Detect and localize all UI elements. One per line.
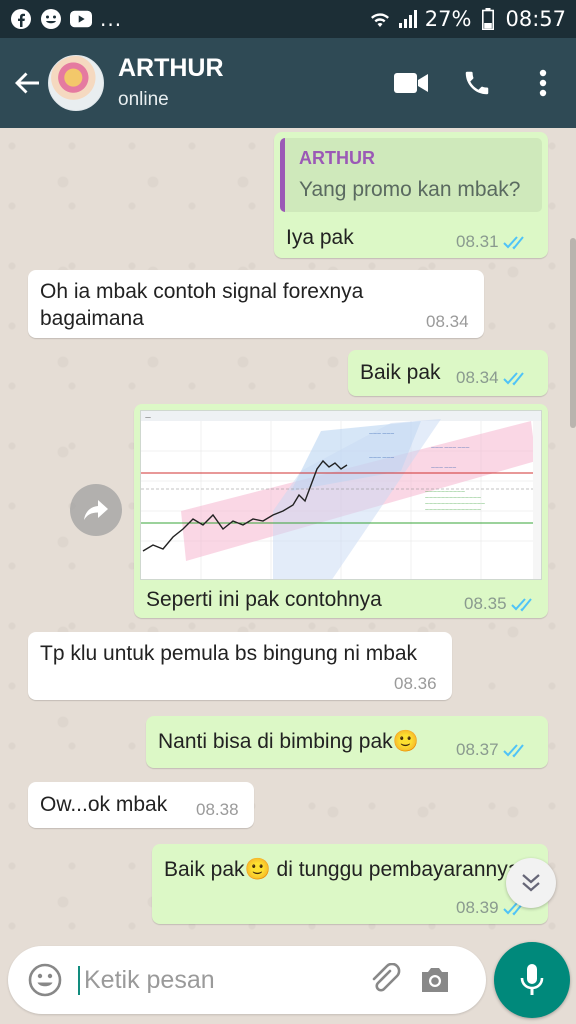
svg-text:——————————: —————————— [425, 489, 465, 494]
message-outgoing[interactable]: Nanti bisa di bimbing pak🙂 08.37 [146, 716, 548, 768]
contact-name: ARTHUR [118, 53, 224, 82]
message-time: 08.31 [456, 232, 499, 251]
status-bar: ... 27% 08:57 [0, 0, 576, 38]
double-check-read-icon [502, 372, 524, 386]
facebook-icon [10, 8, 32, 30]
wifi-icon [369, 8, 391, 30]
forex-chart-graphic: — ——— ——— ——— ——— ——— ——— ——— ——— ——— ————… [141, 411, 541, 579]
message-text: Baik pak [164, 858, 245, 881]
message-time: 08.37 [456, 740, 499, 759]
battery-percent: 27% [424, 7, 472, 31]
svg-text:—: — [145, 414, 151, 421]
chevron-double-down-icon [522, 874, 540, 892]
svg-text:——— ——— ———: ——— ——— ——— [431, 445, 470, 450]
smiley-emoji-icon: 🙂 [244, 858, 271, 881]
forex-chart-image[interactable]: — ——— ——— ——— ——— ——— ——— ——— ——— ——— ——… [140, 410, 542, 580]
quoted-message[interactable]: ARTHUR Yang promo kan mbak? [280, 138, 542, 212]
message-outgoing-image[interactable]: — ——— ——— ——— ——— ——— ——— ——— ——— ——— ——… [134, 404, 548, 618]
contact-info[interactable]: ARTHUR online [118, 53, 224, 111]
clock: 08:57 [505, 7, 566, 31]
message-text: Iya pak [286, 226, 354, 249]
message-time: 08.38 [196, 800, 239, 819]
camera-button[interactable] [410, 955, 460, 1005]
quoted-sender: ARTHUR [299, 148, 375, 168]
message-text: Tp klu untuk pemula bs bingung ni mbak [40, 642, 418, 665]
video-camera-icon [394, 73, 428, 93]
emoji-button[interactable] [18, 953, 72, 1007]
svg-text:——— ———: ——— ——— [369, 431, 394, 436]
message-text-row: Nanti bisa di bimbing pak🙂 [158, 728, 419, 755]
message-time: 08.35 [464, 594, 507, 613]
chat-header: ARTHUR online [0, 38, 576, 128]
svg-text:——— ———: ——— ——— [431, 465, 456, 470]
emoji-smiley-icon [28, 963, 62, 997]
more-vert-icon [539, 69, 547, 97]
message-outgoing[interactable]: Baik pak🙂 di tunggu pembayarannya 08.39 [152, 844, 548, 924]
message-text: Ow...ok mbak [40, 793, 168, 816]
message-text: Oh ia mbak contoh signal forexnya [40, 280, 364, 303]
message-input[interactable] [78, 965, 348, 995]
message-composer [8, 946, 486, 1014]
double-check-read-icon [502, 744, 524, 758]
chat-messages[interactable]: ARTHUR Yang promo kan mbak? Iya pak 08.3… [0, 128, 576, 940]
message-incoming[interactable]: Oh ia mbak contoh signal forexnya bagaim… [28, 270, 484, 338]
scroll-to-bottom-button[interactable] [506, 858, 556, 908]
contact-status: online [118, 89, 169, 111]
message-text-continued: di tunggu pembayarannya [270, 858, 520, 881]
signal-icon [397, 8, 419, 30]
message-time: 08.34 [426, 312, 469, 331]
voice-record-button[interactable] [494, 942, 570, 1018]
image-caption: Seperti ini pak contohnya [146, 588, 382, 611]
message-outgoing[interactable]: Baik pak 08.34 [348, 350, 548, 396]
camera-icon [422, 968, 448, 992]
more-options-button[interactable] [510, 53, 576, 113]
message-time: 08.39 [456, 898, 499, 917]
forward-button[interactable] [70, 484, 122, 536]
message-incoming[interactable]: Ow...ok mbak 08.38 [28, 782, 254, 828]
paperclip-icon [372, 963, 401, 992]
message-time: 08.36 [394, 674, 437, 693]
voice-call-button[interactable] [444, 53, 510, 113]
battery-icon [477, 8, 499, 30]
svg-text:———————————————: ——————————————— [425, 501, 485, 506]
svg-text:——————————————: —————————————— [425, 495, 481, 500]
svg-text:——————————————: —————————————— [425, 507, 481, 512]
double-check-read-icon [510, 598, 532, 612]
youtube-icon [70, 8, 92, 30]
microphone-icon [520, 964, 544, 995]
avatar[interactable] [48, 55, 104, 111]
message-text: Nanti bisa di bimbing pak [158, 730, 393, 753]
message-incoming[interactable]: Tp klu untuk pemula bs bingung ni mbak 0… [28, 632, 452, 700]
smiley-emoji-icon: 🙂 [392, 730, 419, 753]
scrollbar[interactable] [570, 238, 576, 428]
message-text-row: Baik pak🙂 di tunggu pembayarannya [164, 856, 544, 883]
double-check-read-icon [502, 236, 524, 250]
arrow-back-icon [15, 72, 39, 94]
svg-text:——— ———: ——— ——— [369, 455, 394, 460]
message-time: 08.34 [456, 368, 499, 387]
phone-icon [465, 71, 489, 95]
message-text-line2: bagaimana [40, 307, 144, 330]
attach-button[interactable] [360, 955, 410, 1005]
message-outgoing[interactable]: ARTHUR Yang promo kan mbak? Iya pak 08.3… [274, 132, 548, 258]
more-notifications: ... [100, 7, 123, 31]
forward-arrow-icon [84, 500, 108, 520]
quoted-text: Yang promo kan mbak? [299, 178, 521, 201]
emoji-app-icon [40, 8, 62, 30]
message-text: Baik pak [360, 361, 441, 384]
back-button[interactable] [4, 60, 50, 106]
video-call-button[interactable] [378, 53, 444, 113]
